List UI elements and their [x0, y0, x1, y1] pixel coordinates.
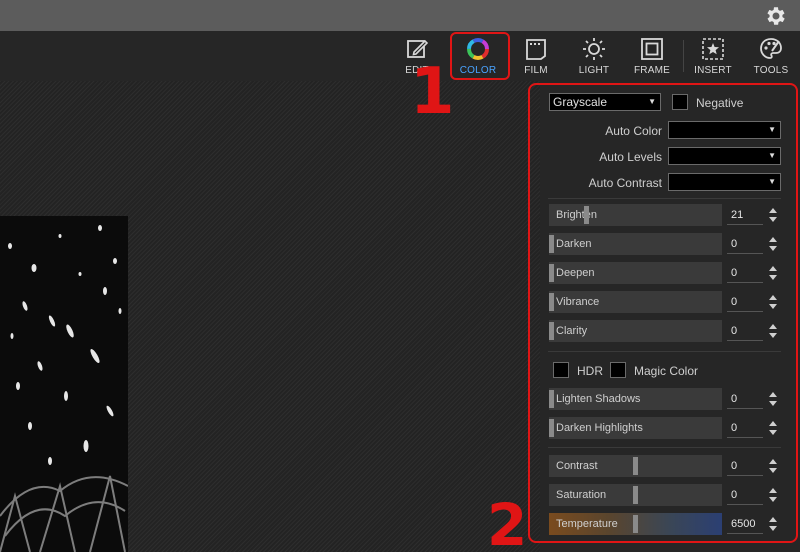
slider-lighten-shadows[interactable]: Lighten Shadows — [549, 388, 722, 410]
panel-divider — [548, 198, 781, 199]
frame-icon — [641, 38, 663, 60]
toolbar: EDIT COLOR FILM LIGHT FRAME INSERT TOOLS — [0, 31, 800, 81]
insert-icon — [702, 38, 724, 60]
tool-film[interactable]: FILM — [508, 31, 564, 81]
hdr-label: HDR — [577, 364, 603, 378]
photo-preview — [0, 216, 128, 552]
auto-levels-label: Auto Levels — [599, 150, 662, 164]
slider-temperature[interactable]: Temperature — [549, 513, 722, 535]
slider-darken-highlights[interactable]: Darken Highlights — [549, 417, 722, 439]
slider-vibrance[interactable]: Vibrance — [549, 291, 722, 313]
title-bar — [0, 0, 800, 31]
slider-vibrance-label: Vibrance — [556, 296, 600, 308]
darken-highlights-value[interactable]: 0 — [727, 418, 763, 438]
slider-darken-highlights-label: Darken Highlights — [556, 422, 643, 434]
slider-lighten-shadows-label: Lighten Shadows — [556, 393, 641, 405]
slider-handle[interactable] — [549, 235, 554, 253]
temperature-spinner[interactable] — [766, 515, 780, 533]
slider-handle[interactable] — [633, 486, 638, 504]
slider-handle[interactable] — [584, 206, 589, 224]
photo-image — [0, 216, 128, 552]
slider-brighten[interactable]: Brighten — [549, 204, 722, 226]
negative-checkbox[interactable] — [672, 94, 688, 110]
slider-saturation[interactable]: Saturation — [549, 484, 722, 506]
chevron-down-icon: ▼ — [768, 177, 776, 186]
saturation-spinner[interactable] — [766, 486, 780, 504]
auto-contrast-label: Auto Contrast — [588, 176, 662, 190]
hdr-checkbox[interactable] — [553, 362, 569, 378]
vibrance-spinner[interactable] — [766, 293, 780, 311]
slider-handle[interactable] — [633, 515, 638, 533]
slider-handle[interactable] — [549, 322, 554, 340]
gear-icon[interactable] — [764, 4, 788, 28]
tool-insert-label: INSERT — [694, 65, 732, 76]
lighten-shadows-spinner[interactable] — [766, 390, 780, 408]
color-highlight-box — [450, 32, 510, 80]
deepen-value[interactable]: 0 — [727, 263, 763, 283]
auto-color-select[interactable]: ▼ — [668, 121, 781, 139]
slider-saturation-label: Saturation — [556, 489, 607, 501]
lighten-shadows-value[interactable]: 0 — [727, 389, 763, 409]
slider-darken-label: Darken — [556, 238, 592, 250]
mode-select-value: Grayscale — [553, 95, 608, 109]
magic-color-checkbox[interactable] — [610, 362, 626, 378]
vibrance-value[interactable]: 0 — [727, 292, 763, 312]
mode-select[interactable]: Grayscale ▼ — [549, 93, 661, 111]
contrast-spinner[interactable] — [766, 457, 780, 475]
slider-handle[interactable] — [549, 419, 554, 437]
tool-tools-label: TOOLS — [753, 65, 789, 76]
brighten-value[interactable]: 21 — [727, 205, 763, 225]
auto-levels-select[interactable]: ▼ — [668, 147, 781, 165]
auto-contrast-select[interactable]: ▼ — [668, 173, 781, 191]
slider-contrast[interactable]: Contrast — [549, 455, 722, 477]
clarity-value[interactable]: 0 — [727, 321, 763, 341]
clarity-spinner[interactable] — [766, 322, 780, 340]
palette-icon — [760, 38, 782, 59]
chevron-down-icon: ▼ — [768, 151, 776, 160]
tool-tools[interactable]: TOOLS — [743, 31, 799, 81]
darken-value[interactable]: 0 — [727, 234, 763, 254]
chevron-down-icon: ▼ — [768, 125, 776, 134]
toolbar-divider — [683, 40, 684, 72]
slider-deepen-label: Deepen — [556, 267, 595, 279]
brighten-spinner[interactable] — [766, 206, 780, 224]
deepen-spinner[interactable] — [766, 264, 780, 282]
tool-frame[interactable]: FRAME — [624, 31, 680, 81]
light-icon — [583, 38, 605, 60]
film-icon — [526, 39, 546, 60]
negative-label: Negative — [696, 96, 744, 110]
slider-brighten-label: Brighten — [556, 209, 597, 221]
slider-deepen[interactable]: Deepen — [549, 262, 722, 284]
panel-divider — [548, 351, 781, 352]
slider-handle[interactable] — [549, 390, 554, 408]
slider-clarity[interactable]: Clarity — [549, 320, 722, 342]
contrast-value[interactable]: 0 — [727, 456, 763, 476]
tool-light[interactable]: LIGHT — [566, 31, 622, 81]
slider-darken[interactable]: Darken — [549, 233, 722, 255]
annotation-number-1: 1 — [410, 55, 455, 129]
darken-spinner[interactable] — [766, 235, 780, 253]
annotation-number-2: 2 — [487, 491, 528, 552]
slider-contrast-label: Contrast — [556, 460, 598, 472]
tool-insert[interactable]: INSERT — [685, 31, 741, 81]
tool-film-label: FILM — [524, 65, 548, 76]
tool-light-label: LIGHT — [578, 65, 610, 76]
magic-color-label: Magic Color — [634, 364, 699, 378]
tool-frame-label: FRAME — [634, 65, 670, 76]
slider-handle[interactable] — [549, 264, 554, 282]
temperature-value[interactable]: 6500 — [727, 514, 763, 534]
chevron-down-icon: ▼ — [648, 97, 656, 106]
auto-color-label: Auto Color — [605, 124, 662, 138]
slider-temperature-label: Temperature — [556, 518, 618, 530]
slider-handle[interactable] — [549, 293, 554, 311]
slider-clarity-label: Clarity — [556, 325, 588, 337]
darken-highlights-spinner[interactable] — [766, 419, 780, 437]
panel-divider — [548, 447, 781, 448]
slider-handle[interactable] — [633, 457, 638, 475]
saturation-value[interactable]: 0 — [727, 485, 763, 505]
